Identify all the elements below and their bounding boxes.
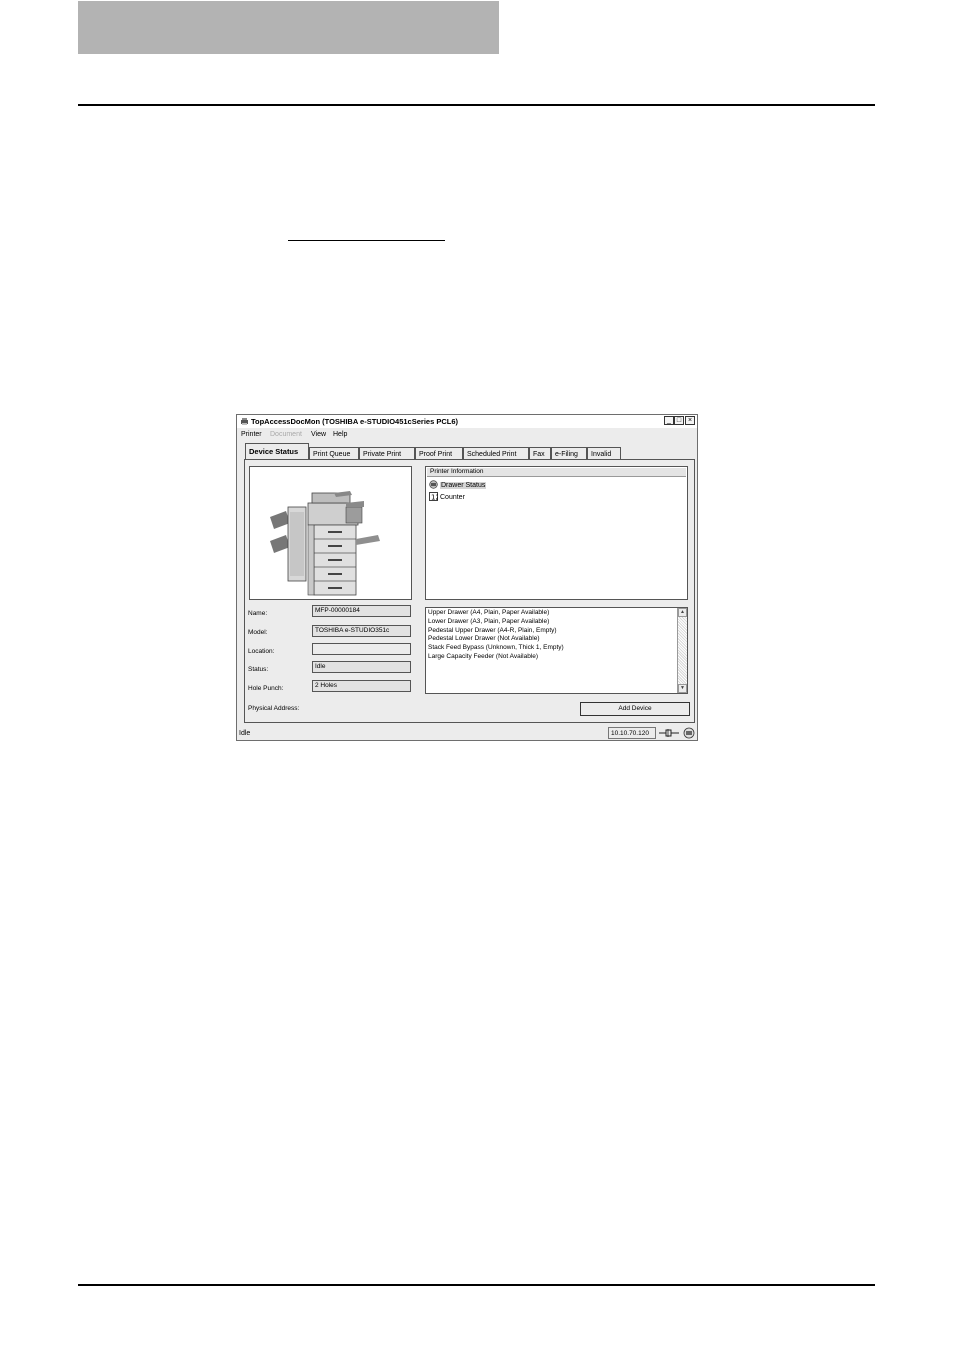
tab-proof-print[interactable]: Proof Print [415, 447, 463, 459]
tab-strip: Device Status Print Queue Private Print … [245, 443, 685, 459]
tab-print-queue[interactable]: Print Queue [309, 447, 359, 459]
close-button[interactable]: × [685, 416, 695, 425]
status-label: Status: [248, 666, 269, 673]
tab-private-print[interactable]: Private Print [359, 447, 415, 459]
hole-punch-label: Hole Punch: [248, 685, 284, 692]
status-bar-text: Idle [239, 730, 251, 737]
vertical-scrollbar[interactable]: ▲ ▼ [677, 608, 687, 693]
menu-help[interactable]: Help [333, 431, 347, 438]
connection-icon [659, 729, 679, 737]
tab-fax[interactable]: Fax [529, 447, 551, 459]
list-item: Stack Feed Bypass (Unknown, Thick 1, Emp… [428, 644, 564, 651]
menu-view[interactable]: View [311, 431, 326, 438]
printer-information-header: Printer Information [427, 468, 686, 477]
counter-label: Counter [440, 494, 465, 501]
status-bar: Idle 10.10.70.120 [237, 726, 697, 740]
window-title: TopAccessDocMon (TOSHIBA e-STUDIO451cSer… [251, 417, 458, 426]
location-label: Location: [248, 648, 275, 655]
drawer-status-label: Drawer Status [440, 482, 487, 489]
list-item: Pedestal Upper Drawer (A4-R, Plain, Empt… [428, 627, 557, 634]
add-device-button[interactable]: Add Device [580, 702, 690, 716]
svg-text:12: 12 [431, 494, 438, 502]
tree-item-drawer-status[interactable]: Drawer Status [429, 480, 487, 489]
ip-address-panel: 10.10.70.120 [608, 727, 656, 739]
tab-device-status[interactable]: Device Status [245, 443, 309, 459]
physical-address-label: Physical Address: [248, 705, 300, 712]
header-bar [78, 1, 499, 54]
list-item: Upper Drawer (A4, Plain, Paper Available… [428, 609, 550, 616]
menu-printer[interactable]: Printer [241, 431, 262, 438]
tree-item-counter[interactable]: 12 Counter [429, 492, 465, 501]
scroll-up-icon[interactable]: ▲ [678, 608, 687, 617]
tab-scheduled-print[interactable]: Scheduled Print [463, 447, 529, 459]
drawer-status-list[interactable]: Upper Drawer (A4, Plain, Paper Available… [425, 607, 688, 694]
title-bar: TopAccessDocMon (TOSHIBA e-STUDIO451cSer… [237, 415, 697, 428]
tab-invalid[interactable]: Invalid [587, 447, 621, 459]
maximize-button[interactable]: □ [674, 416, 684, 425]
bottom-rule [78, 1284, 875, 1286]
drawer-status-icon [429, 480, 438, 489]
location-field [312, 643, 411, 655]
list-item: Large Capacity Feeder (Not Available) [428, 653, 539, 660]
name-field: MFP-00000184 [312, 605, 411, 617]
model-label: Model: [248, 629, 268, 636]
app-window: TopAccessDocMon (TOSHIBA e-STUDIO451cSer… [236, 414, 698, 741]
printer-status-icon [683, 727, 695, 739]
mfp-device-image [270, 491, 380, 596]
name-label: Name: [248, 610, 268, 617]
printer-information-panel: Printer Information Drawer Status 12 Cou… [425, 466, 688, 600]
model-field: TOSHIBA e-STUDIO351c [312, 625, 411, 637]
menu-document[interactable]: Document [270, 431, 302, 438]
list-item: Lower Drawer (A3, Plain, Paper Available… [428, 618, 550, 625]
top-rule [78, 104, 875, 106]
counter-icon: 12 [429, 492, 438, 501]
status-field: Idle [312, 661, 411, 673]
hole-punch-field: 2 Holes [312, 680, 411, 692]
device-image-box [249, 466, 412, 600]
list-item: Pedestal Lower Drawer (Not Available) [428, 635, 540, 642]
scroll-down-icon[interactable]: ▼ [678, 684, 687, 693]
app-icon [241, 418, 248, 425]
tab-e-filing[interactable]: e-Filing [551, 447, 587, 459]
underline-stub [288, 240, 445, 241]
menu-bar: Printer Document View Help [237, 429, 697, 441]
minimize-button[interactable]: _ [664, 416, 674, 425]
device-status-panel: Printer Information Drawer Status 12 Cou… [244, 459, 695, 723]
